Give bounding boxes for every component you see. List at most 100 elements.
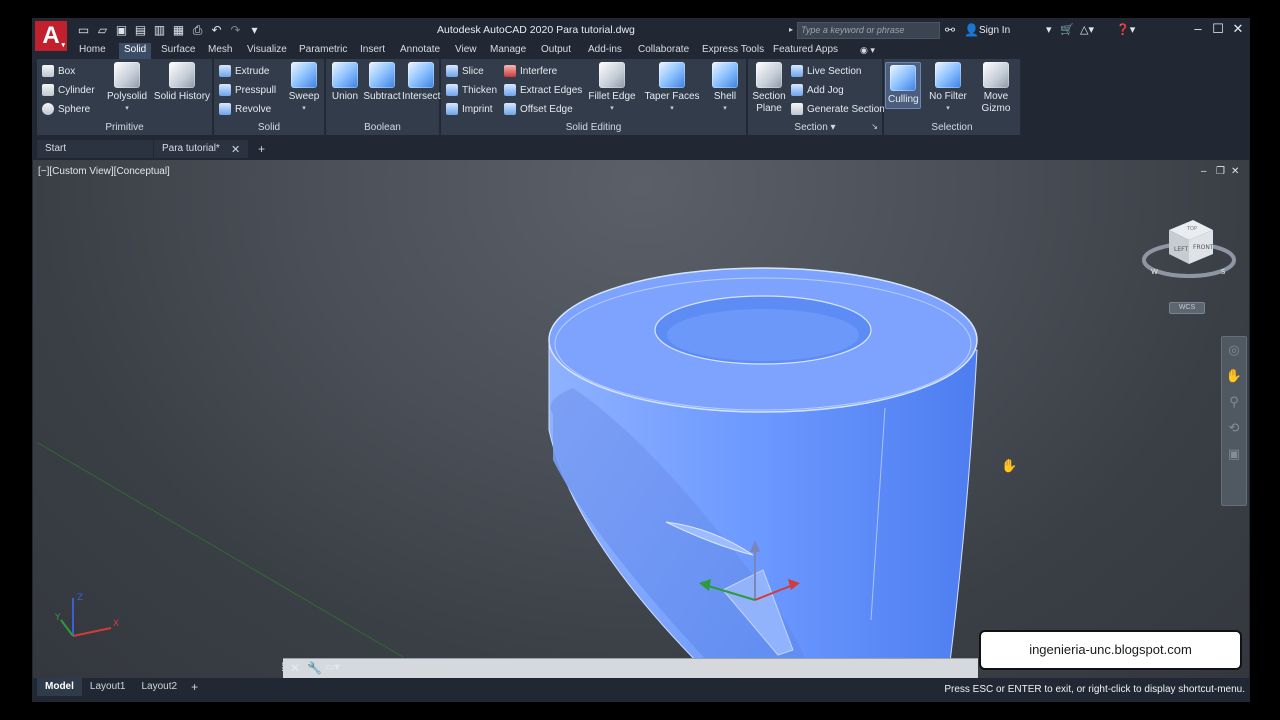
- wrench-icon[interactable]: 🔧: [307, 661, 322, 675]
- sphere-button[interactable]: Sphere: [42, 103, 90, 115]
- search-input[interactable]: Type a keyword or phrase: [797, 22, 940, 39]
- tab-insert[interactable]: Insert: [360, 43, 385, 59]
- panel-label-primitive[interactable]: Primitive: [37, 122, 212, 133]
- sign-in-link[interactable]: Sign In: [979, 25, 1010, 36]
- thicken-button[interactable]: Thicken: [446, 84, 497, 96]
- culling-button[interactable]: Culling: [885, 62, 921, 109]
- undo-icon[interactable]: ↶: [209, 23, 224, 37]
- tab-model[interactable]: Model: [37, 678, 82, 696]
- extrude-button[interactable]: Extrude: [219, 65, 269, 77]
- presspull-button[interactable]: Presspull: [219, 84, 276, 96]
- section-plane-button[interactable]: Section Plane: [751, 62, 787, 115]
- panel-label-boolean[interactable]: Boolean: [326, 122, 439, 133]
- ribbon-options-icon[interactable]: ◉ ▾: [860, 43, 875, 59]
- tab-manage[interactable]: Manage: [490, 43, 526, 59]
- tab-parametric[interactable]: Parametric: [299, 43, 347, 59]
- interfere-button[interactable]: Interfere: [504, 65, 557, 77]
- cylinder-button[interactable]: Cylinder: [42, 84, 95, 96]
- new-icon[interactable]: ▭: [76, 23, 91, 37]
- minimize-viewport-icon[interactable]: –: [1201, 166, 1207, 177]
- command-line-input[interactable]: [283, 658, 978, 678]
- cart-icon[interactable]: 🛒: [1060, 23, 1074, 36]
- tab-add-ins[interactable]: Add-ins: [588, 43, 622, 59]
- tab-view[interactable]: View: [455, 43, 477, 59]
- save-web-icon[interactable]: ▦: [171, 23, 186, 37]
- search-expand-icon[interactable]: ▸: [789, 25, 793, 34]
- tab-annotate[interactable]: Annotate: [400, 43, 440, 59]
- close-icon[interactable]: ✕: [231, 143, 240, 156]
- extract-edges-button[interactable]: Extract Edges: [504, 84, 582, 96]
- tab-output[interactable]: Output: [541, 43, 571, 59]
- add-jog-button[interactable]: Add Jog: [791, 84, 844, 96]
- offset-edge-button[interactable]: Offset Edge: [504, 103, 573, 115]
- live-section-button[interactable]: Live Section: [791, 65, 861, 77]
- orbit-icon[interactable]: ⟲: [1222, 415, 1246, 441]
- panel-label-solid-editing[interactable]: Solid Editing: [441, 122, 746, 133]
- panel-label-solid[interactable]: Solid: [214, 122, 324, 133]
- box-button[interactable]: Box: [42, 65, 75, 77]
- ucs-icon[interactable]: Z X Y: [43, 580, 123, 650]
- tab-layout2[interactable]: Layout2: [133, 678, 185, 696]
- slice-button[interactable]: Slice: [446, 65, 484, 77]
- sweep-button[interactable]: Sweep ▾: [286, 62, 322, 115]
- chevron-down-icon[interactable]: ▾: [1046, 23, 1052, 36]
- exchange-icon[interactable]: △▾: [1080, 23, 1094, 36]
- command-prompt-icon[interactable]: ▭▾: [325, 662, 339, 673]
- tab-visualize[interactable]: Visualize: [247, 43, 287, 59]
- command-line-grip-icon[interactable]: ⁞: [281, 660, 284, 674]
- save-icon[interactable]: ▣: [114, 23, 129, 37]
- dialog-launcher-icon[interactable]: ↘: [871, 122, 878, 131]
- subtract-button[interactable]: Subtract: [362, 62, 402, 103]
- tab-layout1[interactable]: Layout1: [82, 678, 134, 696]
- tab-express-tools[interactable]: Express Tools: [702, 43, 764, 59]
- user-icon[interactable]: 👤: [964, 23, 979, 37]
- steering-wheel-icon[interactable]: ◎: [1222, 337, 1246, 363]
- wcs-menu[interactable]: WCS: [1169, 302, 1205, 314]
- tab-collaborate[interactable]: Collaborate: [638, 43, 689, 59]
- compass-south-label[interactable]: S: [1221, 268, 1226, 276]
- taper-faces-button[interactable]: Taper Faces ▾: [644, 62, 700, 115]
- tab-featured-apps[interactable]: Featured Apps: [773, 43, 838, 59]
- solid-history-button[interactable]: Solid History: [153, 62, 211, 103]
- panel-label-section[interactable]: Section ▾ ↘: [748, 122, 882, 133]
- customize-qat-icon[interactable]: ▾: [247, 23, 262, 37]
- save-as-icon[interactable]: ▤: [133, 23, 148, 37]
- imprint-button[interactable]: Imprint: [446, 103, 493, 115]
- tab-solid[interactable]: Solid: [119, 43, 152, 59]
- generate-section-button[interactable]: Generate Section: [791, 103, 885, 115]
- drawing-viewport[interactable]: ✋ [−][Custom View][Conceptual] – ❐ ✕ LEF…: [33, 160, 1249, 678]
- viewcube[interactable]: LEFT FRONT TOP W S: [1141, 208, 1241, 288]
- no-filter-button[interactable]: No Filter ▾: [926, 62, 970, 115]
- revolve-button[interactable]: Revolve: [219, 103, 271, 115]
- tab-home[interactable]: Home: [79, 43, 106, 59]
- fillet-edge-button[interactable]: Fillet Edge ▾: [586, 62, 638, 115]
- panel-label-selection[interactable]: Selection: [884, 122, 1020, 133]
- intersect-button[interactable]: Intersect: [402, 62, 440, 103]
- add-layout-icon[interactable]: +: [185, 680, 204, 694]
- tab-surface[interactable]: Surface: [161, 43, 195, 59]
- pan-icon[interactable]: ✋: [1222, 363, 1246, 389]
- binoculars-icon[interactable]: ⚯: [945, 23, 955, 37]
- showmotion-icon[interactable]: ▣: [1222, 441, 1246, 467]
- move-gizmo-button[interactable]: Move Gizmo: [976, 62, 1016, 115]
- close-icon[interactable]: ✕: [1230, 21, 1246, 37]
- compass-west-label[interactable]: W: [1151, 268, 1158, 276]
- tab-start[interactable]: Start: [37, 140, 153, 158]
- zoom-icon[interactable]: ⚲: [1222, 389, 1246, 415]
- close-viewport-icon[interactable]: ✕: [1231, 166, 1239, 177]
- open-web-icon[interactable]: ▥: [152, 23, 167, 37]
- shell-button[interactable]: Shell ▾: [709, 62, 741, 115]
- viewport-controls-label[interactable]: [−][Custom View][Conceptual]: [38, 166, 170, 177]
- redo-icon[interactable]: ↷: [228, 23, 243, 37]
- open-icon[interactable]: ▱: [95, 23, 110, 37]
- union-button[interactable]: Union: [328, 62, 362, 103]
- maximize-icon[interactable]: ☐: [1210, 21, 1226, 37]
- help-icon[interactable]: ❓▾: [1116, 23, 1135, 36]
- command-line-close-icon[interactable]: ✕: [290, 661, 300, 675]
- polysolid-button[interactable]: Polysolid ▾: [105, 62, 149, 115]
- plot-icon[interactable]: ⎙: [190, 23, 205, 37]
- new-tab-icon[interactable]: +: [258, 142, 265, 156]
- tab-mesh[interactable]: Mesh: [208, 43, 232, 59]
- minimize-icon[interactable]: –: [1190, 21, 1206, 36]
- restore-viewport-icon[interactable]: ❐: [1216, 166, 1225, 177]
